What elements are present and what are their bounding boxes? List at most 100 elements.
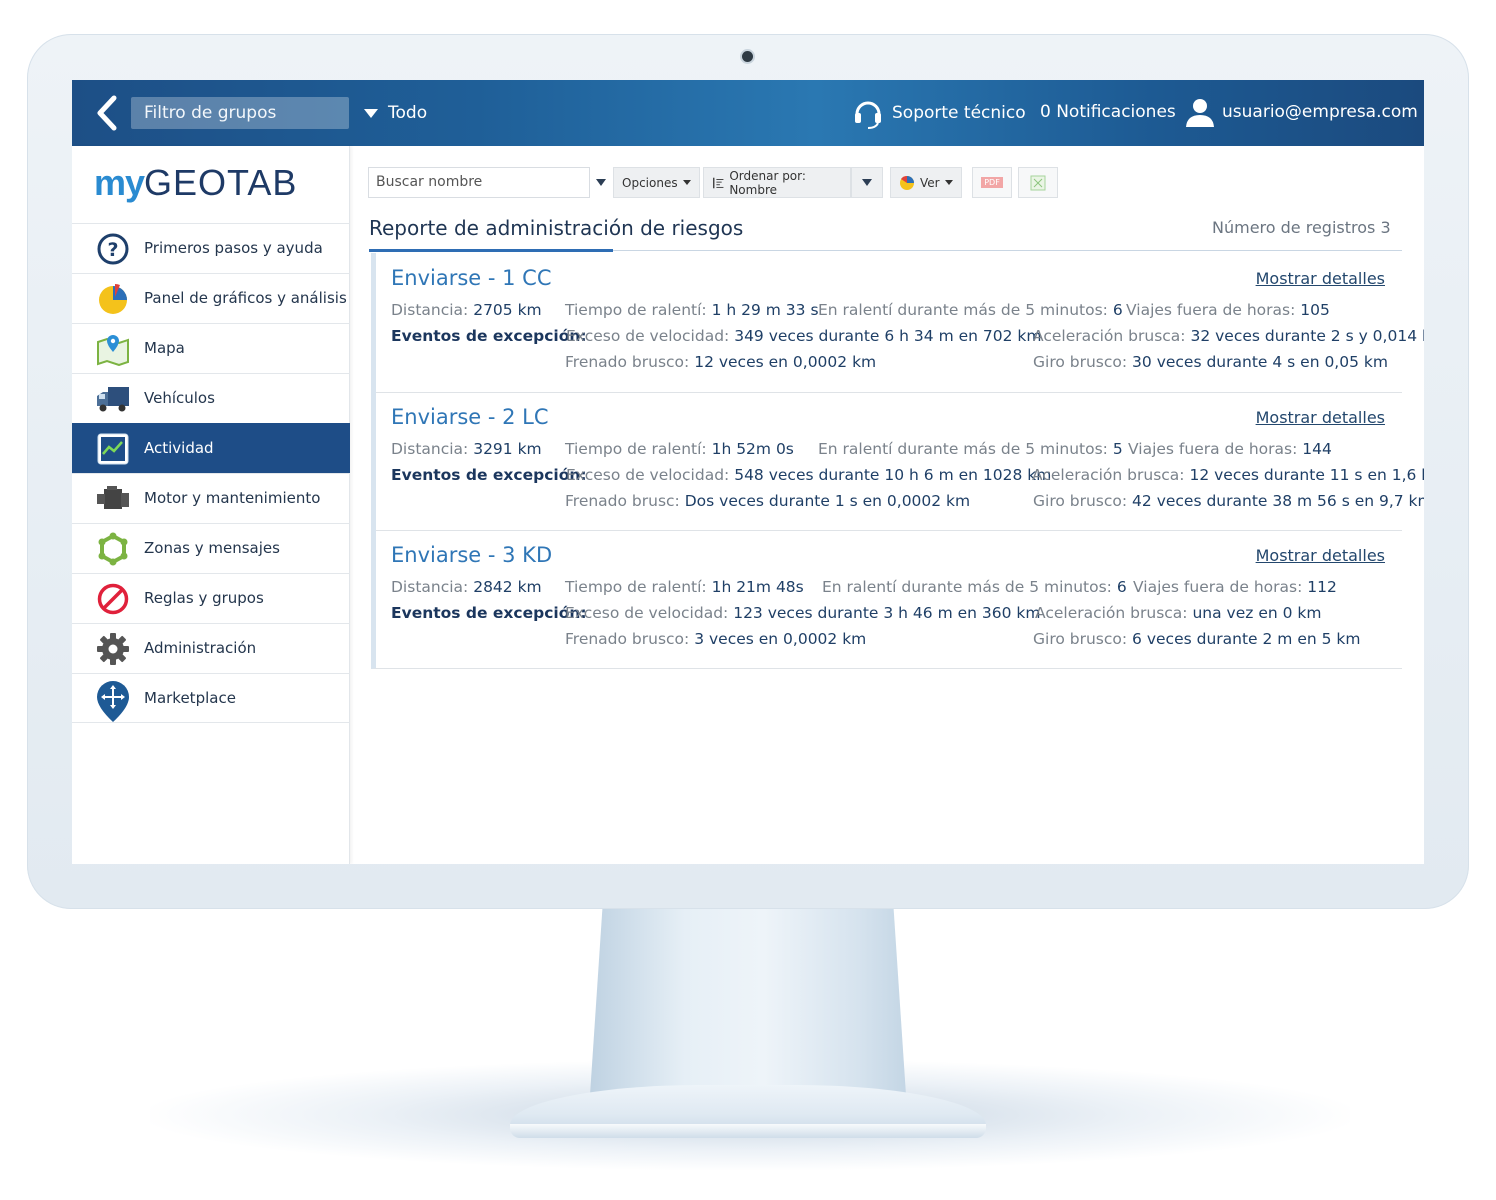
rules-icon	[95, 582, 131, 616]
view-button[interactable]: Ver	[890, 167, 962, 198]
harsh-braking: Frenado brusco: 3 veces en 0,0002 km	[565, 630, 867, 648]
sidebar-item-activity[interactable]: Actividad	[72, 423, 350, 473]
truck-icon	[95, 382, 131, 416]
headset-icon	[855, 101, 881, 129]
app-screen: Filtro de grupos Todo Soporte técnico 0 …	[72, 80, 1424, 864]
chevron-down-icon	[862, 179, 872, 186]
after-hours-trips: Viajes fuera de horas: 105	[1126, 301, 1330, 319]
record-title[interactable]: Enviarse - 1 CC	[391, 266, 552, 290]
pie-chart-icon	[900, 175, 914, 190]
show-details-link[interactable]: Mostrar detalles	[1256, 408, 1385, 427]
user-email: usuario@empresa.com	[1222, 102, 1418, 122]
sidebar-item-label: Marketplace	[144, 689, 236, 707]
sidebar-item-label: Motor y mantenimiento	[144, 489, 321, 507]
notifications-link[interactable]: 0 Notificaciones	[1040, 102, 1176, 122]
support-link[interactable]: Soporte técnico	[852, 96, 1026, 130]
sidebar-nav: ? Primeros pasos y ayuda Panel de gráfic…	[72, 223, 350, 723]
idle-over-5-min: En ralentí durante más de 5 minutos: 6	[818, 301, 1123, 319]
idle-time: Tiempo de ralentí: 1 h 29 m 33 s	[565, 301, 819, 319]
user-icon	[1186, 99, 1214, 127]
view-label: Ver	[920, 175, 940, 190]
sidebar-item-map[interactable]: Mapa	[72, 323, 350, 373]
sidebar-item-engine[interactable]: Motor y mantenimiento	[72, 473, 350, 523]
speeding: Exceso de velocidad: 349 veces durante 6…	[566, 327, 1042, 345]
page-title: Reporte de administración de riesgos	[369, 216, 744, 240]
monitor-base-edge	[510, 1124, 986, 1138]
support-label: Soporte técnico	[892, 103, 1026, 123]
sidebar-item-administration[interactable]: Administración	[72, 623, 350, 673]
exception-events-label: Eventos de excepción:	[391, 604, 587, 622]
group-dropdown[interactable]: Todo	[364, 100, 427, 126]
idle-time: Tiempo de ralentí: 1h 21m 48s	[565, 578, 804, 596]
record-title[interactable]: Enviarse - 2 LC	[391, 405, 549, 429]
record-count: Número de registros 3	[1212, 218, 1391, 237]
pdf-export-button[interactable]: PDF	[972, 167, 1012, 198]
top-bar: Filtro de grupos Todo Soporte técnico 0 …	[72, 80, 1424, 146]
harsh-braking: Frenado brusc: Dos veces durante 1 s en …	[565, 492, 971, 510]
speeding: Exceso de velocidad: 548 veces durante 1…	[566, 466, 1052, 484]
exception-events-label: Eventos de excepción:	[391, 327, 587, 345]
sort-button[interactable]: Ordenar por: Nombre	[703, 167, 851, 198]
distance: Distancia: 2705 km	[391, 301, 542, 319]
svg-text:?: ?	[107, 239, 118, 261]
pie-chart-icon	[95, 282, 131, 316]
chevron-down-icon	[944, 180, 953, 185]
sidebar-item-marketplace[interactable]: Marketplace	[72, 673, 350, 723]
activity-icon	[95, 432, 131, 466]
idle-time: Tiempo de ralentí: 1h 52m 0s	[565, 440, 794, 458]
idle-over-5-min: En ralentí durante más de 5 minutos: 6	[822, 578, 1127, 596]
idle-over-5-min: En ralentí durante más de 5 minutos: 5	[818, 440, 1123, 458]
harsh-acceleration: Aceleración brusca: 32 veces durante 2 s…	[1033, 327, 1424, 345]
harsh-turn: Giro brusco: 42 veces durante 38 m 56 s …	[1033, 492, 1424, 510]
title-underline	[369, 249, 613, 252]
harsh-turn: Giro brusco: 30 veces durante 4 s en 0,0…	[1033, 353, 1388, 371]
list-item: Enviarse - 3 KD Mostrar detalles Distanc…	[371, 530, 1402, 669]
back-icon[interactable]	[90, 94, 126, 132]
harsh-turn: Giro brusco: 6 veces durante 2 m en 5 km	[1033, 630, 1361, 648]
search-input[interactable]: Buscar nombre	[368, 167, 590, 198]
chevron-down-icon	[682, 180, 691, 185]
sidebar-item-vehicles[interactable]: Vehículos	[72, 373, 350, 423]
show-details-link[interactable]: Mostrar detalles	[1256, 546, 1385, 565]
zones-icon	[95, 532, 131, 566]
group-value: Todo	[388, 103, 428, 123]
sidebar-item-label: Primeros pasos y ayuda	[144, 239, 323, 257]
sort-icon	[713, 177, 724, 188]
sidebar-item-help[interactable]: ? Primeros pasos y ayuda	[72, 223, 350, 273]
sidebar-item-label: Panel de gráficos y análisis	[144, 289, 347, 307]
list-item: Enviarse - 1 CC Mostrar detalles Distanc…	[371, 253, 1424, 393]
list-item: Enviarse - 2 LC Mostrar detalles Distanc…	[371, 392, 1424, 531]
sidebar-item-dashboard[interactable]: Panel de gráficos y análisis	[72, 273, 350, 323]
sidebar-item-label: Reglas y grupos	[144, 589, 264, 607]
sidebar-item-label: Administración	[144, 639, 257, 657]
sidebar: myGEOTAB ? Primeros pasos y ayuda Panel …	[72, 146, 350, 864]
sidebar-item-rules[interactable]: Reglas y grupos	[72, 573, 350, 623]
options-label: Opciones	[622, 175, 678, 190]
sidebar-item-zones[interactable]: Zonas y mensajes	[72, 523, 350, 573]
exception-events-label: Eventos de excepción:	[391, 466, 587, 484]
mygeotab-logo[interactable]: myGEOTAB	[94, 162, 297, 206]
user-menu[interactable]: usuario@empresa.com	[1184, 96, 1418, 128]
sidebar-item-label: Mapa	[144, 339, 185, 357]
after-hours-trips: Viajes fuera de horas: 144	[1128, 440, 1332, 458]
excel-export-button[interactable]	[1018, 167, 1058, 198]
harsh-acceleration: Aceleración brusca: una vez en 0 km	[1035, 604, 1322, 622]
camera-icon	[742, 51, 753, 62]
marketplace-icon	[95, 681, 131, 722]
distance: Distancia: 3291 km	[391, 440, 542, 458]
excel-icon	[1030, 175, 1046, 190]
speeding: Exceso de velocidad: 123 veces durante 3…	[565, 604, 1041, 622]
options-button[interactable]: Opciones	[613, 167, 700, 198]
distance: Distancia: 2842 km	[391, 578, 542, 596]
group-filter-input[interactable]: Filtro de grupos	[131, 97, 349, 129]
triangle-down-icon	[364, 108, 378, 118]
sidebar-item-label: Vehículos	[144, 389, 215, 407]
record-title[interactable]: Enviarse - 3 KD	[391, 543, 552, 567]
map-icon	[95, 332, 131, 366]
show-details-link[interactable]: Mostrar detalles	[1256, 269, 1385, 288]
search-dropdown-icon[interactable]	[596, 179, 606, 186]
harsh-braking: Frenado brusco: 12 veces en 0,0002 km	[565, 353, 877, 371]
sort-label: Ordenar por: Nombre	[729, 168, 806, 197]
pdf-icon: PDF	[981, 177, 1003, 188]
sort-direction-button[interactable]	[851, 167, 883, 198]
